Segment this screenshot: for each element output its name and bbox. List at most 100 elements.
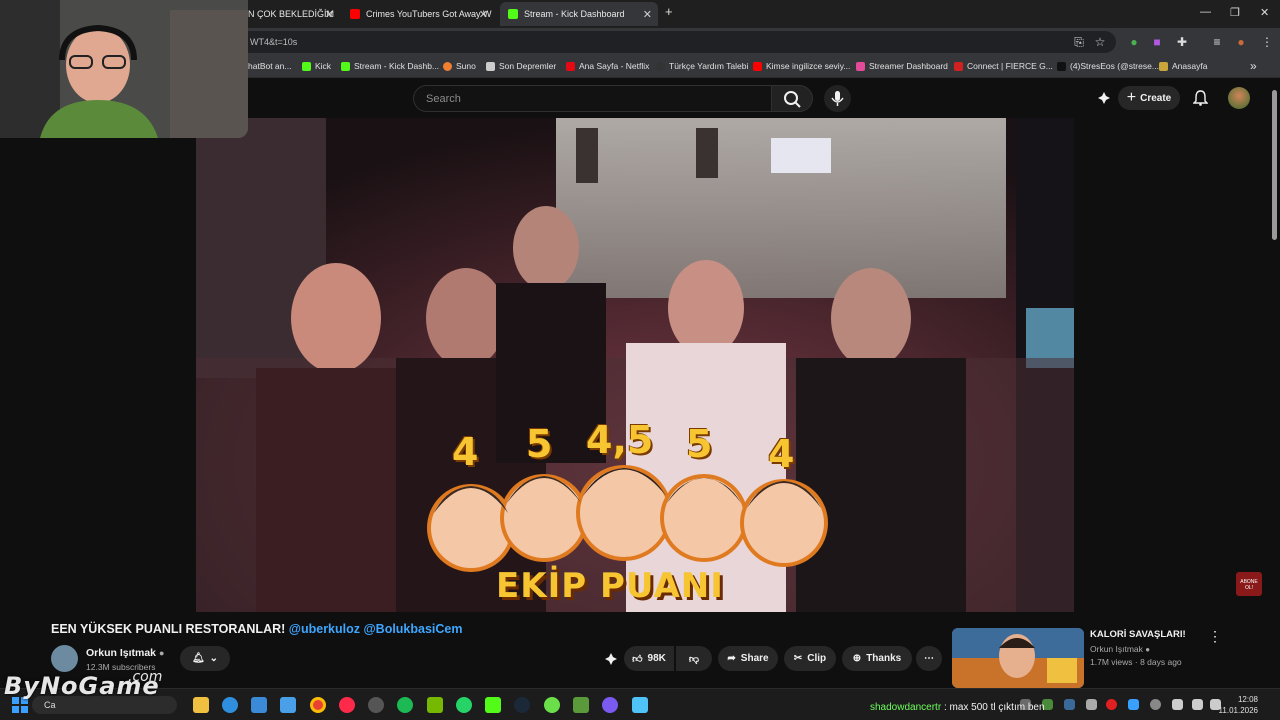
search-input[interactable]: Search <box>413 85 771 112</box>
recommended-title[interactable]: KALORİ SAVAŞLARI! <box>1090 629 1186 640</box>
share-button[interactable]: ➦ Share <box>718 646 778 671</box>
new-tab-button[interactable]: + <box>665 4 673 19</box>
plus-icon: + <box>1126 89 1137 106</box>
network-icon[interactable] <box>1192 699 1203 710</box>
bookmark-item[interactable]: Suno <box>443 61 476 71</box>
bookmark-item[interactable]: Anasayfa <box>1159 61 1207 71</box>
create-label: Create <box>1140 92 1172 104</box>
whatsapp-icon[interactable] <box>456 697 472 713</box>
tab-1[interactable]: N ÇOK BEKLEDİĞİM ✕ <box>248 2 340 26</box>
edge-icon[interactable] <box>222 697 238 713</box>
recommended-thumbnail[interactable] <box>952 628 1084 688</box>
tiktok-icon <box>1057 61 1066 71</box>
like-button[interactable]: 👍︎ 98K <box>624 646 674 671</box>
bookmark-item[interactable]: Ana Sayfa - Netflix <box>566 61 649 71</box>
share-icon: ➦ <box>727 653 736 664</box>
profile-avatar-icon[interactable]: ● <box>1234 35 1248 49</box>
chat-username: shadowdancertr <box>870 702 942 713</box>
netflix-icon <box>566 61 575 71</box>
subscribed-notifications-button[interactable]: 🔔︎ ⌄ <box>180 646 230 671</box>
bookmark-item[interactable]: Connect | FIERCE G... <box>954 61 1053 71</box>
bookmark-item[interactable]: Streamer Dashboard <box>856 61 948 71</box>
overlay-caption: EKİP PUANI <box>496 566 724 606</box>
suno-icon <box>443 61 452 71</box>
recommended-channel[interactable]: Orkun Işıtmak ● <box>1090 644 1150 654</box>
score-label: 4,5 <box>586 418 654 462</box>
subscribe-badge[interactable]: ABONE OL! <box>1236 572 1262 596</box>
account-avatar[interactable] <box>1228 87 1250 109</box>
dislike-button[interactable]: 👎︎ <box>676 646 712 671</box>
voice-search-button[interactable] <box>824 85 851 112</box>
kick-icon <box>302 61 311 71</box>
tray-icon[interactable] <box>1128 699 1139 710</box>
page-scrollbar[interactable] <box>1272 90 1277 240</box>
cast-icon[interactable]: ⎘ <box>1072 35 1086 49</box>
bookmark-item[interactable]: hatBot an... <box>248 61 291 71</box>
spotify-icon[interactable] <box>397 697 413 713</box>
close-icon[interactable]: ✕ <box>325 8 334 21</box>
bookmark-star-icon[interactable]: ☆ <box>1093 35 1107 49</box>
notifications-bell-icon[interactable] <box>1193 90 1208 106</box>
page-icon <box>656 61 665 71</box>
create-button[interactable]: + Create <box>1118 86 1180 110</box>
app-icon[interactable] <box>280 697 296 713</box>
extensions-puzzle-icon[interactable]: ✚ <box>1175 35 1189 49</box>
clock-date: 11.01.2026 <box>1218 706 1258 715</box>
address-bar[interactable]: WT4&t=10s <box>236 31 1116 53</box>
kick-icon[interactable] <box>485 697 501 713</box>
youtube-icon <box>350 9 360 19</box>
tray-icon[interactable] <box>1086 699 1097 710</box>
close-icon[interactable]: ✕ <box>643 8 652 21</box>
search-icon <box>784 91 801 108</box>
thanks-button[interactable]: ⊕ Thanks <box>842 646 912 671</box>
clip-button[interactable]: ✂ Clip <box>784 646 836 671</box>
file-explorer-icon[interactable] <box>193 697 209 713</box>
app-icon[interactable] <box>602 697 618 713</box>
ai-sparkle-icon[interactable] <box>604 652 618 666</box>
extension-icon[interactable]: ■ <box>1150 35 1164 49</box>
bookmark-item[interactable]: (4)StresEos (@strese... <box>1057 61 1159 71</box>
chrome-icon[interactable] <box>310 697 326 713</box>
bookmark-item[interactable]: Kimse ingilizce seviy... <box>753 61 850 71</box>
search-button[interactable] <box>771 85 813 112</box>
extension-icon[interactable]: ● <box>1127 35 1141 49</box>
close-window-icon[interactable]: ✕ <box>1260 6 1269 19</box>
channel-name[interactable]: Orkun Işıtmak ● <box>86 647 164 659</box>
more-bookmarks-button[interactable]: » <box>1250 59 1257 73</box>
ai-sparkle-icon[interactable] <box>1097 91 1111 105</box>
tab-2[interactable]: Crimes YouTubers Got Away W ✕ <box>344 2 494 26</box>
bookmark-item[interactable]: Kick <box>302 61 331 71</box>
score-label: 4 <box>452 430 479 474</box>
store-icon[interactable] <box>251 697 267 713</box>
video-player[interactable]: 4 5 4,5 5 4 EKİP PUANI <box>196 118 1074 612</box>
close-icon[interactable]: ✕ <box>479 8 488 21</box>
tray-icon[interactable] <box>1064 699 1075 710</box>
tab-3[interactable]: Stream - Kick Dashboard ✕ <box>500 2 658 26</box>
bell-icon: 🔔︎ <box>191 653 205 664</box>
thumbs-down-icon: 👎︎ <box>688 653 700 665</box>
taskbar-clock[interactable]: 12:08 11.01.2026 <box>1219 694 1258 716</box>
app-icon[interactable] <box>632 697 648 713</box>
verified-icon: ● <box>158 648 165 658</box>
obs-icon[interactable] <box>368 697 384 713</box>
tray-icon[interactable] <box>1150 699 1161 710</box>
menu-dots-icon[interactable]: ⋮ <box>1260 35 1274 49</box>
minimize-icon[interactable]: — <box>1200 6 1211 18</box>
app-icon[interactable] <box>544 697 560 713</box>
reading-list-icon[interactable]: ≡ <box>1210 35 1224 49</box>
restore-icon[interactable]: ❐ <box>1230 6 1240 19</box>
channel-avatar[interactable] <box>51 645 78 672</box>
nvidia-icon[interactable] <box>427 697 443 713</box>
video-title-mentions[interactable]: @uberkuloz @BolukbasiCem <box>289 622 463 636</box>
bookmark-item[interactable]: Stream - Kick Dashb... <box>341 61 439 71</box>
tray-icon[interactable] <box>1106 699 1117 710</box>
more-actions-button[interactable]: ⋯ <box>916 646 942 671</box>
recommended-menu-icon[interactable]: ⋮ <box>1208 628 1222 645</box>
steam-icon[interactable] <box>514 697 530 713</box>
bookmark-item[interactable]: Son Depremler <box>486 61 556 71</box>
clock-time: 12:08 <box>1237 695 1258 704</box>
opera-icon[interactable] <box>339 697 355 713</box>
bookmark-item[interactable]: Türkçe Yardım Talebi <box>656 61 748 71</box>
microphone-tray-icon[interactable] <box>1172 699 1183 710</box>
minecraft-icon[interactable] <box>573 697 589 713</box>
